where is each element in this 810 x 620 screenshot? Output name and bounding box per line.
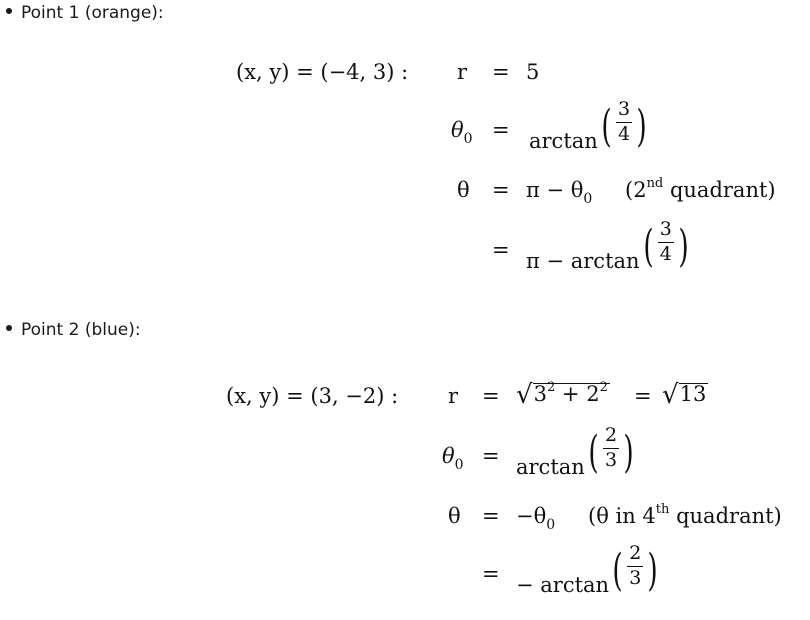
bullet-dot <box>6 325 12 331</box>
point-2-label: Point 2 (blue): <box>21 320 141 340</box>
point-2-theta0-equals: = <box>482 444 500 468</box>
bullet-point-2: Point 2 (blue): <box>6 320 141 340</box>
point-1-theta-lhs: θ <box>457 178 470 202</box>
point-1-r-equals: = <box>492 60 510 84</box>
bullet-dot <box>6 8 12 14</box>
point-2-r-lhs: r <box>448 384 459 408</box>
point-1-quadrant-note: (2nd quadrant) <box>625 176 776 202</box>
point-1-theta0-rhs: arctan(3 4) <box>529 98 647 153</box>
point-2-r-sqrt: √32 + 22 <box>516 380 610 410</box>
point-2-theta-lhs: θ <box>448 504 461 528</box>
point-1-theta0-lhs: θ0 <box>451 118 473 147</box>
point-2-theta-equals: = <box>482 504 500 528</box>
point-2-theta-rhs: −θ0 <box>516 504 556 533</box>
point-2-r-equals-2: = <box>634 384 652 408</box>
point-2-r-equals: = <box>482 384 500 408</box>
square-root-symbol: √32 + 22 <box>516 380 610 410</box>
square-root-symbol: √13 <box>662 380 709 410</box>
point-1-theta-equals: = <box>492 178 510 202</box>
point-1-label: Point 1 (orange): <box>21 3 164 23</box>
point-1-coordinates: (x, y) = (−4, 3) : <box>236 60 409 84</box>
fraction-3-over-4: 34 <box>657 218 674 265</box>
point-2-quadrant-note: (θ in 4th quadrant) <box>588 502 782 528</box>
point-1-final-equals: = <box>492 238 510 262</box>
point-1-r-lhs: r <box>457 60 468 84</box>
fraction-2-over-3: 23 <box>627 542 644 589</box>
point-1-final-rhs: π − arctan(3 4) <box>526 218 689 273</box>
point-1-r-value: 5 <box>526 60 540 84</box>
point-2-coordinates: (x, y) = (3, −2) : <box>226 384 399 408</box>
bullet-point-1: Point 1 (orange): <box>6 3 164 23</box>
point-2-r-result: √13 <box>662 380 709 410</box>
point-1-theta-rhs: π − θ0 <box>526 178 593 207</box>
point-2-final-equals: = <box>482 562 500 586</box>
point-1-theta0-equals: = <box>492 118 510 142</box>
fraction-2-over-3: 23 <box>602 424 620 471</box>
point-2-theta0-rhs: arctan(2 3) <box>516 424 634 479</box>
point-2-final-rhs: − arctan(2 3) <box>516 542 659 597</box>
point-2-theta0-lhs: θ0 <box>442 444 464 473</box>
fraction-3-over-4: 34 <box>615 98 633 145</box>
